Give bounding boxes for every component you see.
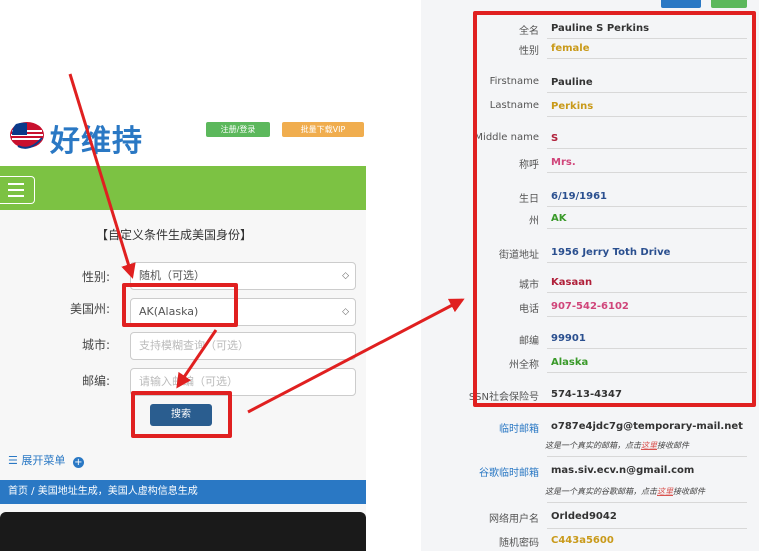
dark-banner: [0, 512, 366, 551]
temp-mail-value: o787e4jdc7g@temporary-mail.net: [551, 421, 743, 432]
username-value: Orlded9042: [551, 511, 617, 522]
generator-form-panel: 好维持 注册/登录 批量下载VIP 【自定义条件生成美国身份】 性别: 随机（可…: [0, 104, 366, 551]
result-highlight-box: [473, 11, 756, 407]
plus-circle-icon: +: [72, 457, 84, 468]
row-divider: [547, 502, 747, 503]
zip-label: 邮编:: [81, 374, 110, 388]
temp-mail-label[interactable]: 临时邮箱: [421, 420, 539, 435]
password-value: C443a5600: [551, 535, 614, 546]
gmail-value: mas.siv.ecv.n@gmail.com: [551, 465, 695, 476]
state-highlight-box: [122, 283, 238, 327]
state-label: 美国州:: [69, 302, 110, 316]
gmail-label[interactable]: 谷歌临时邮箱: [421, 464, 539, 479]
note-text: 接收邮件: [673, 487, 705, 496]
select-arrow-icon: ◇: [342, 271, 349, 281]
temp-mail-note: 这是一个真实的邮箱，点击这里接收邮件: [545, 440, 689, 451]
site-name: 好维持: [50, 124, 143, 159]
receive-mail-link[interactable]: 这里: [641, 441, 657, 450]
hamburger-menu-icon[interactable]: [0, 176, 35, 204]
nav-bar: [0, 166, 366, 210]
receive-gmail-link[interactable]: 这里: [657, 487, 673, 496]
top-button-stub[interactable]: [661, 0, 701, 8]
us-flag-logo-icon: [10, 122, 44, 149]
vip-download-button[interactable]: 批量下载VIP: [282, 122, 364, 137]
top-button-stub[interactable]: [711, 0, 747, 8]
breadcrumb[interactable]: 首页 / 美国地址生成，美国人虚构信息生成: [0, 480, 366, 504]
gender-select-value: 随机（可选）: [139, 269, 205, 282]
expand-menu-label: 展开菜单: [21, 454, 66, 467]
city-input[interactable]: 支持模糊查询（可选）: [130, 332, 356, 360]
row-divider: [547, 528, 747, 529]
city-label: 城市:: [81, 338, 110, 352]
gmail-note: 这是一个真实的谷歌邮箱，点击这里接收邮件: [545, 486, 705, 497]
register-login-button[interactable]: 注册/登录: [206, 122, 270, 137]
list-icon: ☰: [8, 454, 18, 467]
gender-label: 性别:: [81, 270, 110, 284]
note-text: 接收邮件: [657, 441, 689, 450]
note-text: 这是一个真实的谷歌邮箱，点击: [545, 487, 657, 496]
select-arrow-icon: ◇: [342, 307, 349, 317]
row-divider: [547, 456, 747, 457]
site-header: 好维持 注册/登录 批量下载VIP: [0, 104, 366, 166]
form-title: 【自定义条件生成美国身份】: [96, 228, 253, 242]
password-label: 随机密码: [499, 538, 539, 549]
search-highlight-box: [131, 391, 232, 438]
note-text: 这是一个真实的邮箱，点击: [545, 441, 641, 450]
expand-menu-link[interactable]: ☰ 展开菜单 +: [8, 452, 84, 468]
username-label: 网络用户名: [489, 514, 539, 525]
